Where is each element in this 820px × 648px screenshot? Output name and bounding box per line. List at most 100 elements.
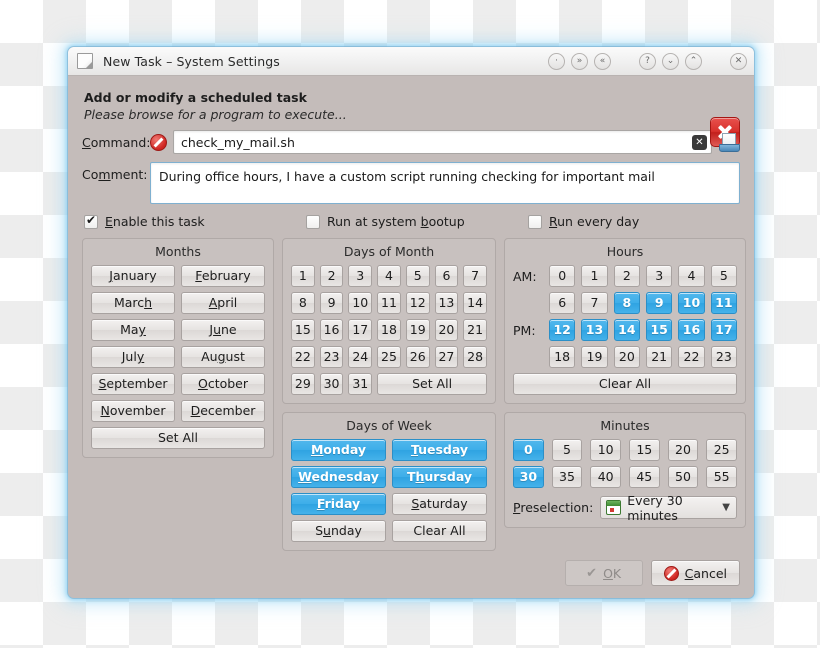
clear-text-icon[interactable]: ✕ [692, 134, 707, 150]
hour-button[interactable]: 4 [678, 265, 705, 287]
day-button[interactable]: 27 [434, 346, 459, 368]
minute-button[interactable]: 20 [667, 439, 699, 461]
weekday-button-monday[interactable]: Monday [291, 439, 386, 461]
minute-button[interactable]: 10 [590, 439, 621, 461]
enable-task-checkbox[interactable]: Enable this task [84, 213, 306, 229]
day-button[interactable]: 2 [319, 265, 344, 287]
keep-above-button[interactable]: · [548, 52, 565, 70]
month-button-january[interactable]: January [91, 265, 175, 287]
hour-button[interactable]: 21 [646, 346, 673, 368]
day-button[interactable]: 16 [319, 319, 344, 341]
hour-button[interactable]: 17 [710, 319, 737, 341]
day-button[interactable]: 4 [377, 265, 401, 287]
hour-button[interactable]: 1 [581, 265, 608, 287]
month-button-april[interactable]: April [181, 292, 265, 314]
day-button[interactable]: 7 [463, 265, 487, 287]
hour-button[interactable]: 13 [581, 319, 608, 341]
hour-button[interactable]: 6 [549, 292, 576, 314]
run-at-bootup-checkbox[interactable]: Run at system bootup [306, 214, 528, 229]
month-button-february[interactable]: February [181, 265, 265, 287]
days-of-month-set-all-button[interactable]: Set All [377, 373, 487, 395]
hour-button[interactable]: 3 [646, 265, 673, 287]
maximize-button[interactable]: ⌃ [685, 52, 702, 70]
close-button[interactable]: ✕ [730, 52, 747, 70]
day-button[interactable]: 11 [377, 292, 401, 314]
weekday-button-wednesday[interactable]: Wednesday [291, 466, 386, 488]
hour-button[interactable]: 16 [678, 319, 705, 341]
minimize-button[interactable]: ⌄ [662, 52, 679, 70]
hour-button[interactable]: 12 [549, 319, 576, 341]
minute-button[interactable]: 0 [513, 439, 544, 461]
day-button[interactable]: 30 [319, 373, 344, 395]
hour-button[interactable]: 10 [678, 292, 705, 314]
month-button-march[interactable]: March [91, 292, 175, 314]
day-button[interactable]: 28 [463, 346, 487, 368]
help-button[interactable]: ? [639, 52, 656, 70]
hour-button[interactable]: 8 [613, 292, 640, 314]
weekday-button-thursday[interactable]: Thursday [392, 466, 487, 488]
minute-button[interactable]: 30 [513, 466, 544, 488]
minute-button[interactable]: 25 [706, 439, 737, 461]
day-button[interactable]: 13 [434, 292, 459, 314]
minute-button[interactable]: 35 [551, 466, 583, 488]
month-button-september[interactable]: September [91, 373, 175, 395]
day-button[interactable]: 23 [319, 346, 344, 368]
day-button[interactable]: 19 [405, 319, 430, 341]
days-of-week-clear-all-button[interactable]: Clear All [392, 520, 487, 542]
weekday-button-friday[interactable]: Friday [291, 493, 386, 515]
day-button[interactable]: 3 [348, 265, 373, 287]
hour-button[interactable]: 9 [646, 292, 673, 314]
day-button[interactable]: 8 [291, 292, 315, 314]
day-button[interactable]: 5 [405, 265, 430, 287]
hour-button[interactable]: 15 [646, 319, 673, 341]
weekday-button-sunday[interactable]: Sunday [291, 520, 386, 542]
minute-button[interactable]: 55 [706, 466, 737, 488]
minute-button[interactable]: 40 [590, 466, 621, 488]
hour-button[interactable]: 19 [581, 346, 608, 368]
day-button[interactable]: 14 [463, 292, 487, 314]
hour-button[interactable]: 0 [549, 265, 576, 287]
command-input[interactable]: check_my_mail.sh ✕ [173, 130, 712, 154]
hour-button[interactable]: 20 [613, 346, 640, 368]
month-button-august[interactable]: August [181, 346, 265, 368]
hour-button[interactable]: 23 [710, 346, 737, 368]
day-button[interactable]: 26 [405, 346, 430, 368]
minute-button[interactable]: 50 [667, 466, 699, 488]
month-button-july[interactable]: July [91, 346, 175, 368]
run-every-day-checkbox[interactable]: Run every day [528, 214, 639, 229]
day-button[interactable]: 15 [291, 319, 315, 341]
weekday-button-tuesday[interactable]: Tuesday [392, 439, 487, 461]
day-button[interactable]: 10 [348, 292, 373, 314]
day-button[interactable]: 31 [348, 373, 373, 395]
day-button[interactable]: 18 [377, 319, 401, 341]
shade-down-button[interactable]: » [571, 52, 588, 70]
day-button[interactable]: 17 [348, 319, 373, 341]
minute-button[interactable]: 45 [628, 466, 660, 488]
hour-button[interactable]: 5 [710, 265, 737, 287]
hour-button[interactable]: 22 [678, 346, 705, 368]
ok-button[interactable]: ✔ OK [564, 560, 643, 586]
preselection-dropdown[interactable]: Every 30 minutes ▼ [600, 493, 737, 523]
hour-button[interactable]: 11 [710, 292, 737, 314]
hour-button[interactable]: 2 [613, 265, 640, 287]
hour-button[interactable]: 7 [581, 292, 608, 314]
month-button-december[interactable]: December [181, 400, 265, 422]
month-button-may[interactable]: May [91, 319, 175, 341]
day-button[interactable]: 22 [291, 346, 315, 368]
hour-button[interactable]: 18 [549, 346, 576, 368]
months-set-all-button[interactable]: Set All [91, 427, 265, 449]
weekday-button-saturday[interactable]: Saturday [392, 493, 487, 515]
day-button[interactable]: 21 [463, 319, 487, 341]
hours-clear-all-button[interactable]: Clear All [513, 373, 737, 395]
comment-input[interactable]: During office hours, I have a custom scr… [150, 162, 740, 204]
cancel-button[interactable]: Cancel [650, 560, 740, 586]
day-button[interactable]: 9 [319, 292, 344, 314]
day-button[interactable]: 1 [291, 265, 315, 287]
browse-file-icon[interactable] [719, 132, 740, 152]
minute-button[interactable]: 15 [628, 439, 660, 461]
day-button[interactable]: 6 [434, 265, 459, 287]
day-button[interactable]: 24 [348, 346, 373, 368]
month-button-june[interactable]: June [181, 319, 265, 341]
day-button[interactable]: 29 [291, 373, 315, 395]
hour-button[interactable]: 14 [613, 319, 640, 341]
